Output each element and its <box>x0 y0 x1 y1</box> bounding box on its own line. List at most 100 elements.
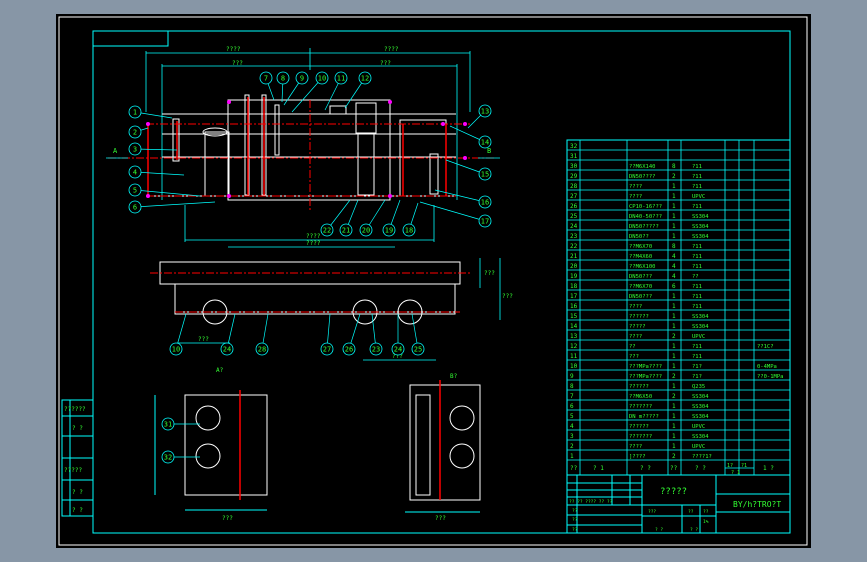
part-quantity: 1 <box>672 433 676 440</box>
part-number: 24 <box>570 223 578 230</box>
outlet-label: B <box>487 147 491 155</box>
part-quantity: 1 <box>672 293 676 300</box>
balloon-number: 10 <box>172 346 180 354</box>
balloon-number: 24 <box>223 346 231 354</box>
part-quantity: 1 <box>672 443 676 450</box>
balloon-number: 4 <box>133 169 137 177</box>
part-material: Q235 <box>692 384 705 390</box>
balloon-number: 16 <box>481 199 489 207</box>
part-number: 6 <box>570 403 574 410</box>
part-material: SS304 <box>692 234 709 240</box>
balloon-number: 21 <box>342 227 350 235</box>
part-number: 10 <box>570 363 578 370</box>
cad-viewport[interactable]: ?????? ? ? ????? ? ? ? ? ???? ???? ??? ?… <box>0 0 867 562</box>
part-name: ?????? <box>629 384 649 390</box>
strip-text: ????? <box>64 467 82 474</box>
part-name: ??M6X140 <box>629 164 656 170</box>
balloon-number: 10 <box>318 75 326 83</box>
part-material: SS304 <box>692 434 709 440</box>
dim-text: ???? <box>306 233 321 240</box>
balloon-number: 28 <box>258 346 266 354</box>
part-material: SS304 <box>692 324 709 330</box>
part-name: ??M4X60 <box>629 254 652 260</box>
part-material: SS304 <box>692 414 709 420</box>
dim-text: ???? <box>384 46 399 53</box>
balloon-number: 17 <box>481 218 489 226</box>
balloon-number: 5 <box>133 187 137 195</box>
part-name: ???? <box>629 304 642 310</box>
part-name: ??????? <box>629 434 652 440</box>
part-number: 1 <box>570 453 574 460</box>
part-quantity: 2 <box>672 333 676 340</box>
strip-text: ? ? <box>72 425 83 432</box>
part-material: UPVC <box>692 444 705 450</box>
part-number: 17 <box>570 293 578 300</box>
part-name: ???MPa???? <box>629 364 662 370</box>
part-quantity: 1 <box>672 323 676 330</box>
part-material: ?11 <box>692 284 702 290</box>
balloon-number: 20 <box>362 227 370 235</box>
part-number: 20 <box>570 263 578 270</box>
part-name: DN40-50??? <box>629 214 662 220</box>
part-material: ?11 <box>692 294 702 300</box>
part-quantity: 1 <box>672 203 676 210</box>
part-material: ?11 <box>692 344 702 350</box>
part-number: 23 <box>570 233 578 240</box>
part-number: 7 <box>570 393 574 400</box>
part-name: ??M6X100 <box>629 264 656 270</box>
part-quantity: 2 <box>672 453 676 460</box>
balloon-number: 32 <box>164 454 172 462</box>
drawing-canvas[interactable]: ?????? ? ? ????? ? ? ? ? ???? ???? ??? ?… <box>0 0 867 562</box>
part-material: ?11 <box>692 354 702 360</box>
part-material: SS304 <box>692 314 709 320</box>
part-number: 4 <box>570 423 574 430</box>
header-code: ? 1 <box>593 465 604 472</box>
part-quantity: 1 <box>672 383 676 390</box>
part-quantity: 2 <box>672 373 676 380</box>
balloon-number: 13 <box>481 108 489 116</box>
part-number: 13 <box>570 333 578 340</box>
part-number: 29 <box>570 173 578 180</box>
title-block-label: ?? <box>703 509 709 515</box>
strip-text: ? ? <box>72 507 83 514</box>
balloon-number: 2 <box>133 129 137 137</box>
part-name: ]???? <box>629 454 646 460</box>
balloon-number: 18 <box>405 227 413 235</box>
part-number: 5 <box>570 413 574 420</box>
header-no: ?? <box>570 465 578 472</box>
dim-text: ??? <box>222 515 233 522</box>
part-material: ?11 <box>692 184 702 190</box>
balloon-number: 11 <box>337 75 345 83</box>
part-quantity: 1 <box>672 363 676 370</box>
part-quantity: 2 <box>672 393 676 400</box>
part-number: 21 <box>570 253 578 260</box>
title-block-label: ??? <box>648 509 656 515</box>
part-number: 28 <box>570 183 578 190</box>
part-quantity: 1 <box>672 303 676 310</box>
part-material: ?? <box>692 274 699 280</box>
part-number: 25 <box>570 213 578 220</box>
drawing-title: ????? <box>660 487 687 497</box>
part-material: SS304 <box>692 224 709 230</box>
part-number: 32 <box>570 143 578 150</box>
part-name: ??M6X70 <box>629 284 652 290</box>
balloon-number: 25 <box>414 346 422 354</box>
part-material: ????1? <box>692 454 712 460</box>
title-block-label: ?? <box>572 517 578 523</box>
part-name: ??????? <box>629 404 652 410</box>
part-name: DN50??? <box>629 274 652 280</box>
part-name: DN m????? <box>629 414 659 420</box>
part-material: ?11 <box>692 174 702 180</box>
part-name: ?? <box>629 344 636 350</box>
balloon-number: 24 <box>394 346 402 354</box>
dim-text: ??? <box>435 515 446 522</box>
header-note: 1 ? <box>763 465 774 472</box>
dim-text: ??? <box>502 293 513 300</box>
part-number: 8 <box>570 383 574 390</box>
part-quantity: 8 <box>672 243 676 250</box>
part-number: 9 <box>570 373 574 380</box>
part-material: SS304 <box>692 404 709 410</box>
part-number: 19 <box>570 273 578 280</box>
part-quantity: 4 <box>672 263 676 270</box>
part-material: ?11 <box>692 264 702 270</box>
